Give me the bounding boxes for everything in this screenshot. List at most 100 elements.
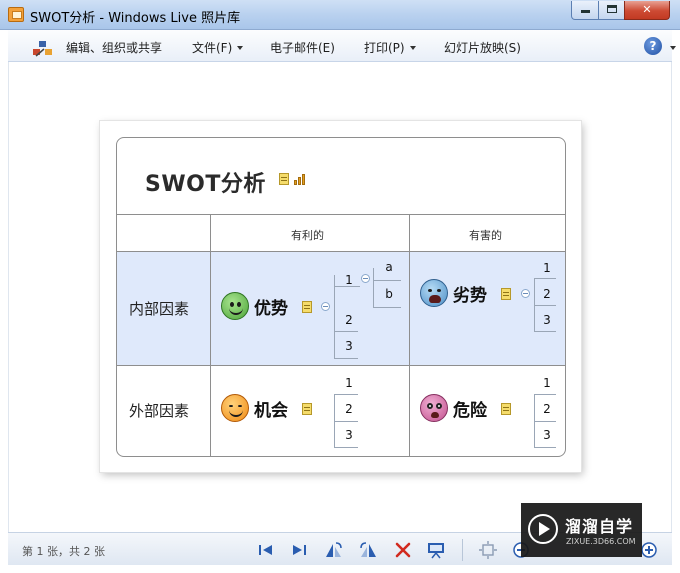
toolbar-separator	[462, 539, 463, 561]
laughing-face-icon	[221, 394, 249, 422]
menu-print-label: 打印(P)	[364, 41, 405, 55]
collapse-toggle-icon	[521, 289, 530, 298]
subtopic-opportunity-3: 3	[345, 428, 353, 442]
subtopic-threat-3: 3	[543, 428, 551, 442]
branch-line	[334, 275, 335, 359]
branch-line	[334, 447, 358, 448]
menu-slideshow[interactable]: 幻灯片放映(S)	[444, 39, 521, 56]
map-title: SWOT分析	[145, 172, 266, 197]
menu-edit-organize-share-label: 编辑、组织或共享	[66, 41, 163, 55]
swot-mind-map: SWOT分析 有利的 有害的 内部因素 外部因素 优势 1 2 3 a b 劣势…	[116, 137, 566, 457]
chevron-down-icon	[237, 46, 244, 50]
branch-line	[334, 421, 358, 422]
watermark-subtitle: ZIXUE.3D66.COM	[566, 537, 636, 546]
branch-line	[373, 307, 401, 308]
grid-line	[117, 214, 565, 215]
column-header-helpful: 有利的	[291, 229, 324, 242]
actual-size-icon[interactable]	[478, 540, 498, 560]
displayed-image: SWOT分析 有利的 有害的 内部因素 外部因素 优势 1 2 3 a b 劣势…	[100, 121, 581, 472]
grid-line	[409, 214, 410, 456]
page-count: 第 1 张，共 2 张	[22, 545, 105, 558]
subtopic-weakness-3: 3	[543, 313, 551, 327]
topic-opportunity-label: 机会	[254, 400, 288, 421]
topic-strength: 优势	[221, 292, 288, 320]
maximize-icon	[606, 5, 617, 13]
next-icon[interactable]	[289, 540, 309, 560]
branch-line	[534, 278, 556, 279]
topic-threat-label: 危险	[453, 400, 487, 421]
column-header-harmful: 有害的	[469, 229, 502, 242]
subtopic-strength-3: 3	[345, 339, 353, 353]
subtopic-weakness-1: 1	[543, 261, 551, 275]
maximize-button[interactable]	[598, 1, 625, 20]
branch-line	[534, 394, 556, 395]
note-icon	[302, 403, 312, 415]
branch-line	[334, 358, 358, 359]
grid-line	[210, 214, 211, 456]
topic-weakness-label: 劣势	[453, 285, 487, 306]
subtopic-strength-1b: b	[385, 287, 393, 301]
chevron-down-icon	[409, 46, 416, 50]
note-icon	[279, 173, 289, 185]
branch-line	[534, 421, 556, 422]
grid-line	[117, 251, 565, 252]
row-label-internal: 内部因素	[129, 300, 190, 318]
branch-line	[373, 280, 401, 281]
note-icon	[302, 301, 312, 313]
minimize-button[interactable]	[571, 1, 599, 20]
rotate-right-icon[interactable]	[358, 540, 378, 560]
menu-file[interactable]: 文件(F)	[192, 39, 244, 56]
delete-icon[interactable]	[393, 540, 413, 560]
topic-threat: 危险	[420, 394, 487, 422]
crying-face-icon	[420, 279, 448, 307]
collapse-toggle-icon	[321, 302, 330, 311]
subtopic-strength-2: 2	[345, 313, 353, 327]
menu-edit-organize-share[interactable]: 编辑、组织或共享	[66, 39, 162, 56]
slideshow-icon[interactable]	[426, 540, 446, 560]
happy-face-icon	[221, 292, 249, 320]
topic-weakness: 劣势	[420, 279, 487, 307]
scared-face-icon	[420, 394, 448, 422]
minimize-icon	[580, 10, 590, 13]
play-logo-icon	[528, 514, 558, 544]
topic-strength-label: 优势	[254, 298, 288, 319]
chart-icon	[294, 173, 308, 185]
close-button[interactable]: ✕	[624, 1, 670, 20]
collapse-toggle-icon	[361, 274, 370, 283]
zoom-in-icon[interactable]	[639, 540, 659, 560]
close-icon: ✕	[642, 3, 652, 16]
subtopic-opportunity-2: 2	[345, 402, 353, 416]
subtopic-threat-2: 2	[543, 402, 551, 416]
branch-line	[373, 268, 374, 308]
branch-line	[534, 305, 556, 306]
help-button[interactable]: ?	[644, 37, 662, 55]
menu-file-label: 文件(F)	[192, 41, 233, 55]
subtopic-threat-1: 1	[543, 376, 551, 390]
help-icon: ?	[649, 39, 657, 53]
subtopic-strength-1a: a	[385, 260, 393, 274]
subtopic-strength-1: 1	[345, 273, 353, 287]
title-bar: SWOT分析 - Windows Live 照片库 ✕	[0, 0, 680, 30]
row-label-external: 外部因素	[129, 402, 190, 420]
subtopic-opportunity-1: 1	[345, 376, 353, 390]
topic-opportunity: 机会	[221, 394, 288, 422]
branch-line	[534, 447, 556, 448]
branch-line	[334, 394, 358, 395]
previous-icon[interactable]	[256, 540, 276, 560]
rotate-left-icon[interactable]	[324, 540, 344, 560]
menu-email[interactable]: 电子邮件(E)	[270, 39, 335, 56]
grid-line	[117, 365, 565, 366]
menu-bar: 编辑、组织或共享 文件(F) 电子邮件(E) 打印(P) 幻灯片放映(S) ?	[8, 30, 676, 62]
watermark-title: 溜溜自学	[565, 517, 634, 536]
organize-icon	[33, 41, 52, 57]
note-icon	[501, 403, 511, 415]
branch-line	[334, 331, 358, 332]
menu-slideshow-label: 幻灯片放映(S)	[444, 41, 521, 55]
subtopic-weakness-2: 2	[543, 287, 551, 301]
note-icon	[501, 288, 511, 300]
window-title: SWOT分析 - Windows Live 照片库	[30, 11, 241, 26]
chevron-down-icon[interactable]	[670, 46, 676, 50]
menu-email-label: 电子邮件(E)	[270, 41, 335, 55]
menu-print[interactable]: 打印(P)	[364, 39, 416, 56]
photo-gallery-app-icon[interactable]	[8, 7, 24, 22]
